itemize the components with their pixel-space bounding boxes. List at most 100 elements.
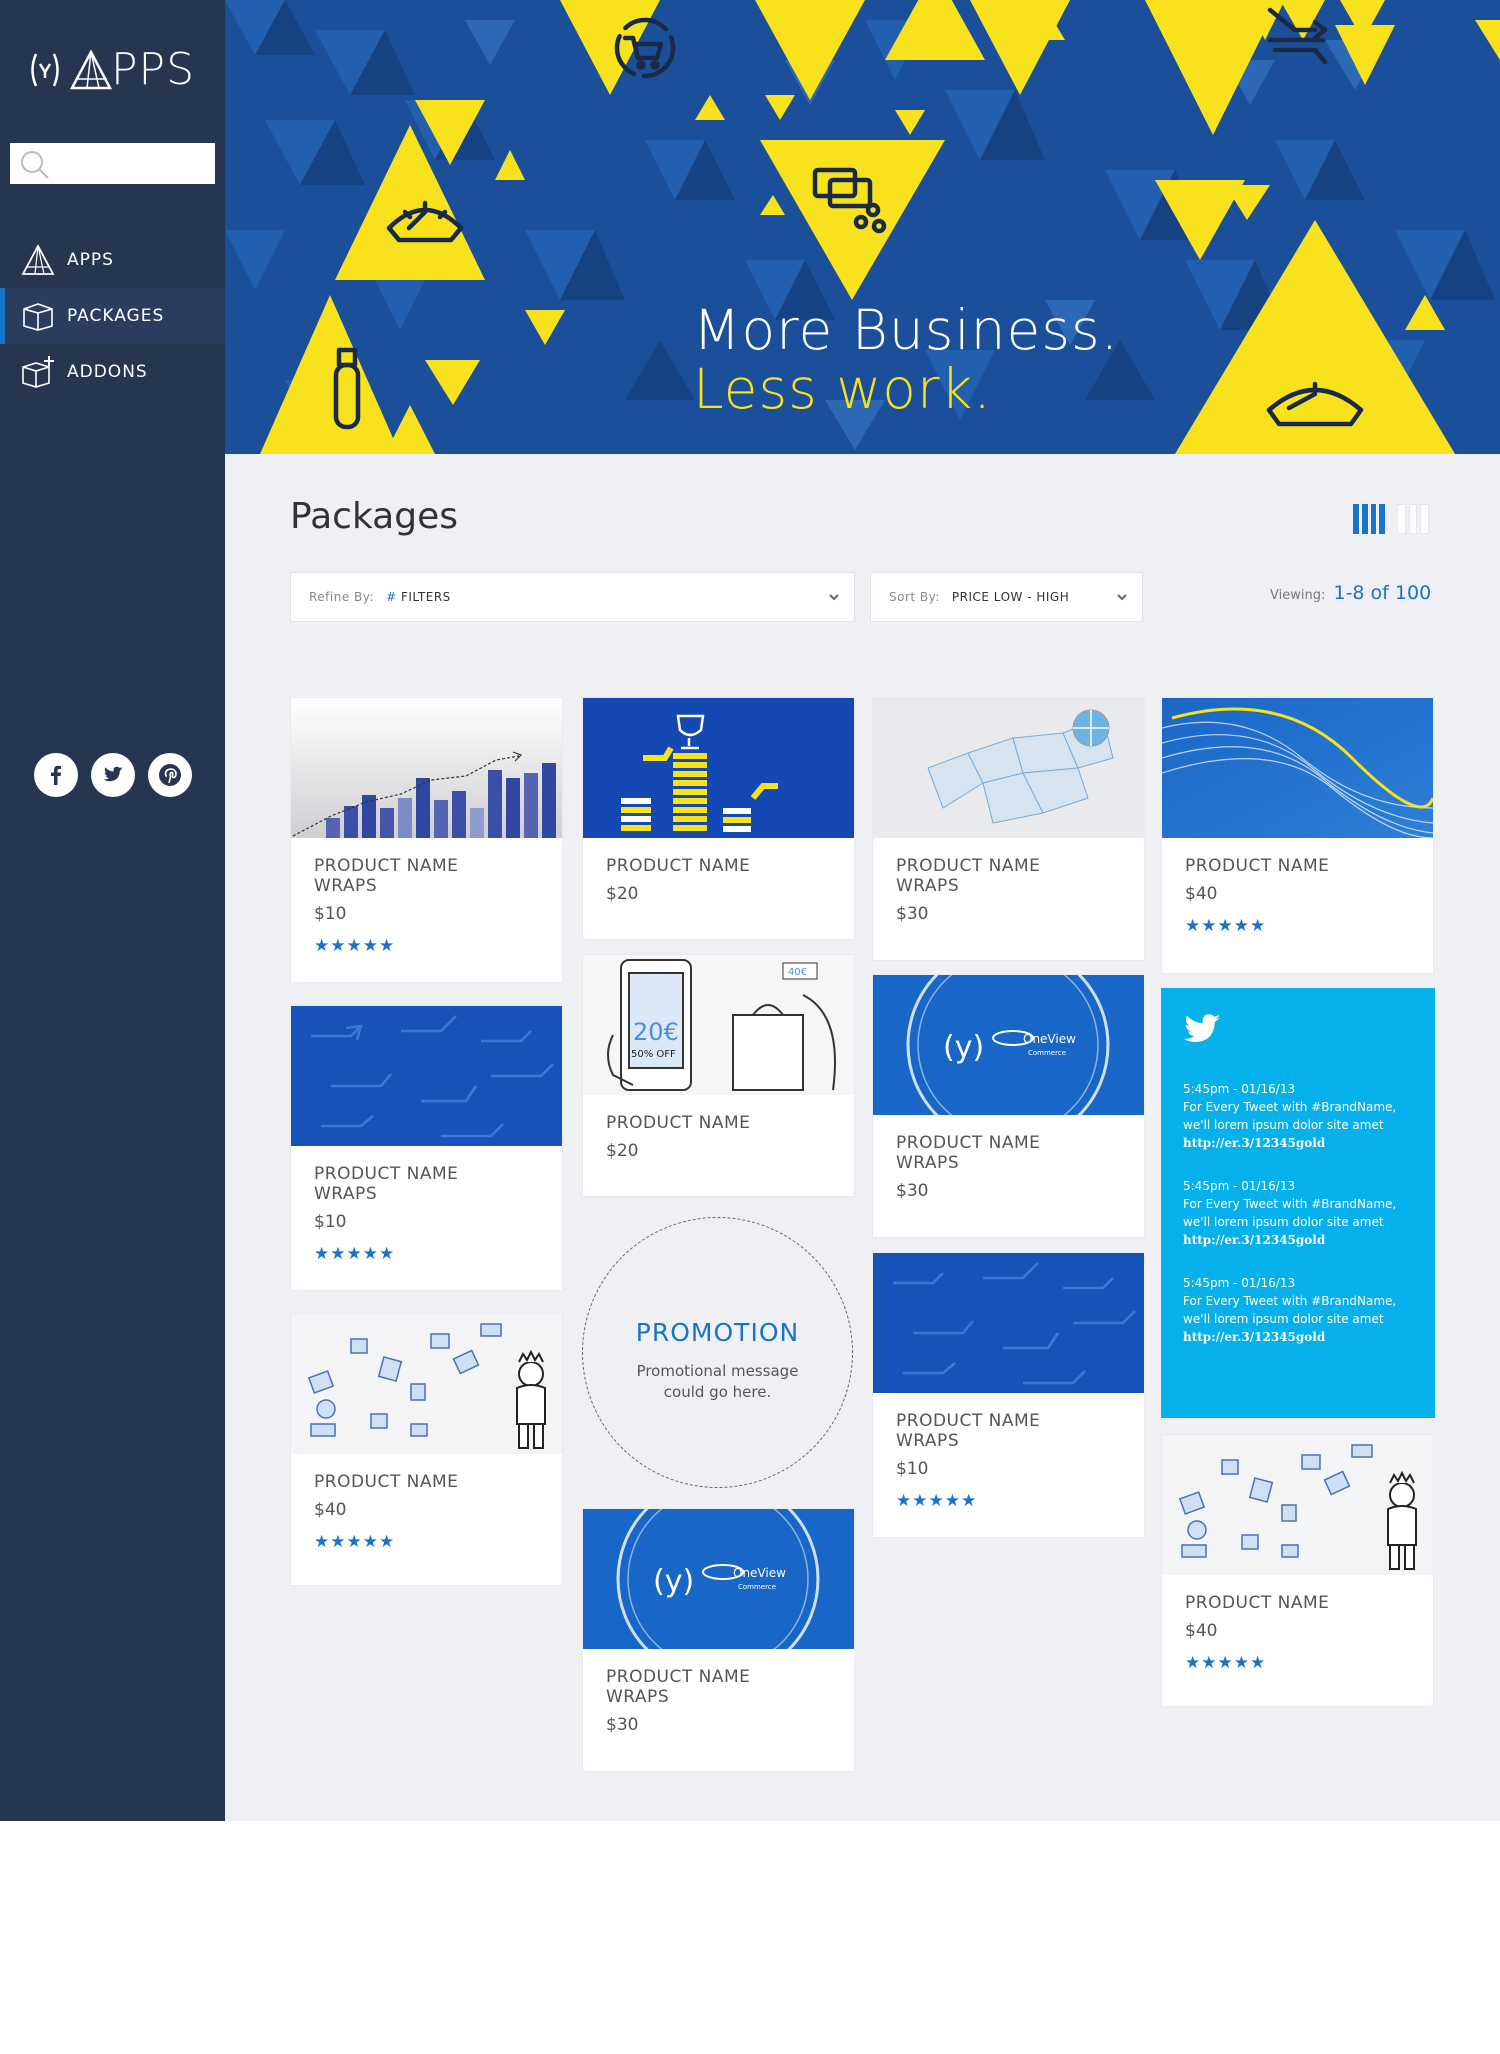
- svg-text:(y): (y): [653, 1564, 694, 1599]
- product-image-trophy: [583, 698, 854, 838]
- product-card[interactable]: 20€ 50% OFF 40€ PRODUCT NAME $20: [582, 954, 855, 1197]
- product-card[interactable]: PRODUCT NAME $40 ★★★★★: [1161, 697, 1434, 974]
- product-name: PRODUCT NAME: [314, 1164, 459, 1184]
- product-name: PRODUCT NAME: [314, 856, 459, 876]
- sidebar-item-packages[interactable]: PACKAGES: [0, 288, 225, 344]
- refine-dropdown[interactable]: Refine By: # FILTERS: [290, 572, 855, 622]
- logo[interactable]: PPS: [27, 44, 195, 95]
- tweet-link[interactable]: http://er.3/12345gold: [1183, 1134, 1423, 1152]
- product-image-oneview: (y) OneView Commerce: [873, 975, 1144, 1115]
- promotion-card[interactable]: PROMOTION Promotional message could go h…: [582, 1217, 853, 1488]
- svg-text:Commerce: Commerce: [1028, 1049, 1066, 1057]
- twitter-feed-card[interactable]: 5:45pm - 01/16/13 For Every Tweet with #…: [1161, 988, 1435, 1418]
- viewing-count: Viewing: 1-8 of 100: [1270, 582, 1431, 604]
- product-price: $30: [606, 1715, 639, 1735]
- promotion-title: PROMOTION: [635, 1318, 800, 1347]
- sidebar-item-label: APPS: [67, 250, 114, 270]
- tweet-text: For Every Tweet with #BrandName, we'll l…: [1183, 1197, 1397, 1229]
- star-rating: ★★★★★: [314, 1244, 396, 1264]
- chevron-down-icon: [1117, 594, 1127, 601]
- twitter-icon: [103, 766, 123, 782]
- sidebar-item-label: ADDONS: [67, 362, 148, 382]
- sort-dropdown[interactable]: Sort By: PRICE LOW - HIGH: [870, 572, 1143, 622]
- product-image-shopping-illustration: [1162, 1435, 1433, 1575]
- product-category: WRAPS: [606, 1687, 670, 1707]
- product-name: PRODUCT NAME: [896, 1411, 1041, 1431]
- svg-text:40€: 40€: [788, 967, 807, 978]
- product-price: $30: [896, 904, 929, 924]
- pyramid-icon: [21, 244, 55, 275]
- sidebar-item-addons[interactable]: ADDONS: [0, 344, 225, 400]
- product-price: $10: [314, 1212, 347, 1232]
- star-rating: ★★★★★: [314, 936, 396, 956]
- svg-text:Commerce: Commerce: [738, 1583, 776, 1591]
- pinterest-icon: [159, 764, 181, 786]
- product-card[interactable]: PRODUCT NAME $20: [582, 697, 855, 940]
- tweet-time: 5:45pm - 01/16/13: [1183, 1276, 1296, 1290]
- product-name: PRODUCT NAME: [1185, 1593, 1330, 1613]
- product-name: PRODUCT NAME: [896, 1133, 1041, 1153]
- product-name: PRODUCT NAME: [314, 1472, 459, 1492]
- twitter-bird-icon: [1183, 1014, 1221, 1042]
- sidebar-item-apps[interactable]: APPS: [0, 232, 225, 288]
- product-image-waves: [1162, 698, 1433, 838]
- star-rating: ★★★★★: [314, 1532, 396, 1552]
- view-toggle: [1353, 504, 1430, 534]
- product-card[interactable]: PRODUCT NAME $40 ★★★★★: [1161, 1434, 1434, 1707]
- search-box[interactable]: [10, 143, 215, 184]
- facebook-button[interactable]: [34, 753, 78, 797]
- refine-label: Refine By:: [309, 590, 375, 604]
- sort-label: Sort By:: [889, 590, 940, 604]
- app-window: PPS APPS PACKAGES ADDONS More Business. …: [0, 0, 1500, 1821]
- svg-text:OneView: OneView: [1023, 1032, 1076, 1046]
- product-price: $20: [606, 884, 639, 904]
- brand-mark-icon: [31, 52, 59, 87]
- star-rating: ★★★★★: [896, 1491, 978, 1511]
- page-title: Packages: [290, 496, 458, 537]
- product-card[interactable]: PRODUCT NAME WRAPS $10 ★★★★★: [290, 697, 563, 983]
- tweet-item: 5:45pm - 01/16/13 For Every Tweet with #…: [1183, 1080, 1423, 1152]
- tweet-link[interactable]: http://er.3/12345gold: [1183, 1328, 1423, 1346]
- facebook-icon: [51, 765, 61, 785]
- grid-3-view-button[interactable]: [1397, 504, 1430, 534]
- svg-text:OneView: OneView: [733, 1566, 786, 1580]
- promotion-message: Promotional message could go here.: [636, 1362, 799, 1401]
- product-category: WRAPS: [314, 1184, 378, 1204]
- product-card[interactable]: PRODUCT NAME $40 ★★★★★: [290, 1313, 563, 1586]
- search-input[interactable]: [58, 143, 208, 184]
- hero-subheadline: Less work.: [693, 357, 992, 421]
- viewing-label: Viewing:: [1270, 588, 1326, 603]
- social-links: [34, 753, 192, 797]
- sidebar: PPS APPS PACKAGES ADDONS: [0, 0, 225, 1821]
- tweet-time: 5:45pm - 01/16/13: [1183, 1179, 1296, 1193]
- viewing-range: 1-8 of 100: [1333, 582, 1432, 604]
- product-card[interactable]: (y) OneView Commerce PRODUCT NAME WRAPS …: [582, 1508, 855, 1772]
- twitter-button[interactable]: [91, 753, 135, 797]
- product-price: $40: [1185, 1621, 1218, 1641]
- product-image-polygon-globe: [873, 698, 1144, 838]
- box-icon: [23, 303, 53, 331]
- product-image-shopping-illustration: [291, 1314, 562, 1454]
- product-image-arrows: [291, 1006, 562, 1146]
- tweet-text: For Every Tweet with #BrandName, we'll l…: [1183, 1100, 1397, 1132]
- tweet-link[interactable]: http://er.3/12345gold: [1183, 1231, 1423, 1249]
- product-price: $10: [314, 904, 347, 924]
- product-card[interactable]: PRODUCT NAME WRAPS $10 ★★★★★: [872, 1252, 1145, 1538]
- product-card[interactable]: PRODUCT NAME WRAPS $30: [872, 697, 1145, 961]
- hero-headline: More Business.: [693, 298, 1120, 362]
- star-rating: ★★★★★: [1185, 1653, 1267, 1673]
- product-name: PRODUCT NAME: [896, 856, 1041, 876]
- product-card[interactable]: (y) OneView Commerce PRODUCT NAME WRAPS …: [872, 974, 1145, 1238]
- product-card[interactable]: PRODUCT NAME WRAPS $10 ★★★★★: [290, 1005, 563, 1291]
- pinterest-button[interactable]: [148, 753, 192, 797]
- product-category: WRAPS: [896, 1153, 960, 1173]
- brand-name: PPS: [111, 44, 195, 95]
- product-price: $10: [896, 1459, 929, 1479]
- star-rating: ★★★★★: [1185, 916, 1267, 936]
- product-image-arrows: [873, 1253, 1144, 1393]
- refine-value: # FILTERS: [386, 590, 451, 604]
- sort-value: PRICE LOW - HIGH: [951, 590, 1070, 604]
- product-price: $40: [314, 1500, 347, 1520]
- product-category: WRAPS: [896, 876, 960, 896]
- grid-4-view-button[interactable]: [1353, 504, 1385, 534]
